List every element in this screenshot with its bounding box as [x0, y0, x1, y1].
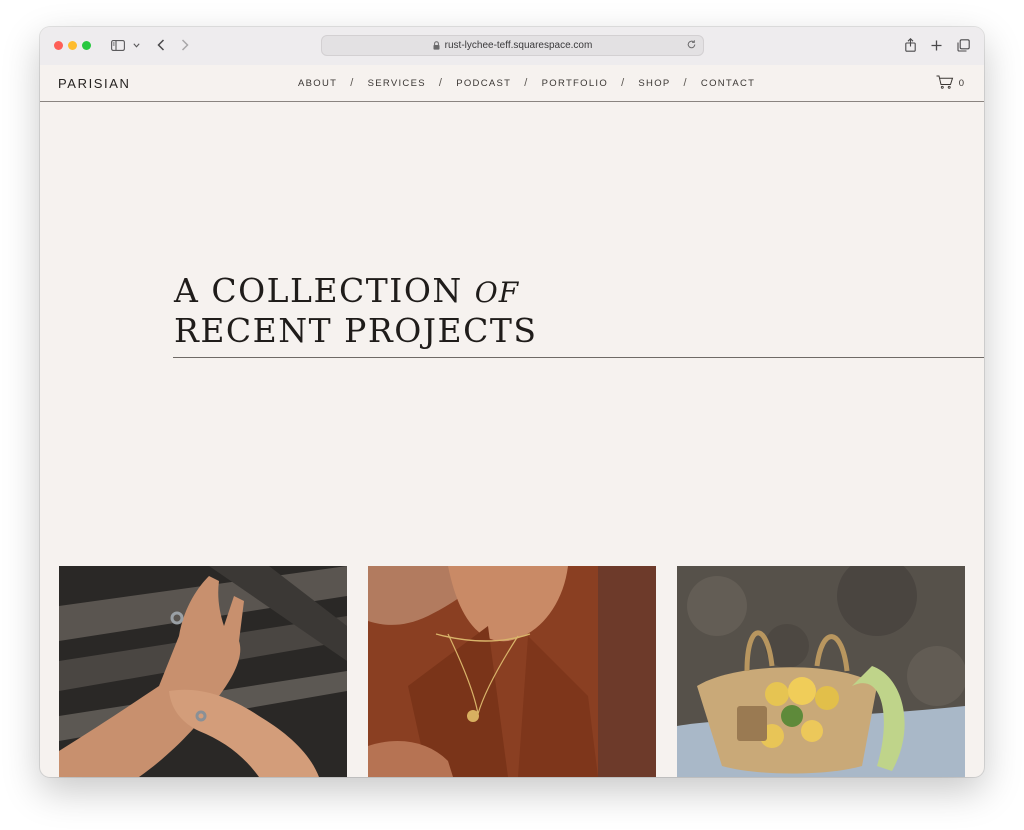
hands-with-rings-photo-icon [59, 566, 347, 777]
nav-separator: / [438, 77, 444, 89]
title-line-2: RECENT PROJECTS [174, 311, 538, 350]
forward-arrow-icon[interactable] [178, 36, 192, 54]
sidebar-toggle-icon[interactable] [110, 36, 126, 54]
browser-toolbar: rust-lychee-teff.squarespace.com [40, 27, 984, 66]
address-bar[interactable]: rust-lychee-teff.squarespace.com [321, 35, 704, 56]
title-italic-word: OF [474, 276, 520, 309]
site-logo[interactable]: PARISIAN [58, 76, 131, 91]
close-window-button[interactable] [54, 41, 63, 50]
main-navigation: ABOUT / SERVICES / PODCAST / PORTFOLIO /… [298, 77, 755, 89]
portfolio-tile[interactable] [368, 566, 656, 777]
portfolio-tile[interactable] [677, 566, 965, 777]
nav-separator: / [683, 77, 688, 89]
nav-shop[interactable]: SHOP [638, 78, 670, 89]
lock-icon [433, 41, 440, 50]
nav-services[interactable]: SERVICES [368, 78, 426, 89]
nav-contact[interactable]: CONTACT [701, 78, 755, 89]
share-icon[interactable] [903, 36, 917, 54]
chevron-down-icon[interactable] [131, 36, 141, 54]
title-line-1: A COLLECTION [174, 271, 463, 310]
url-text: rust-lychee-teff.squarespace.com [444, 40, 593, 51]
nav-separator: / [524, 77, 529, 89]
nav-about[interactable]: ABOUT [298, 78, 337, 89]
page-title: A COLLECTION OF RECENT PROJECTS [174, 272, 537, 350]
zoom-window-button[interactable] [82, 41, 91, 50]
cart-button[interactable]: 0 [936, 75, 964, 92]
back-arrow-icon[interactable] [154, 36, 168, 54]
reload-icon[interactable] [686, 39, 697, 50]
minimize-window-button[interactable] [68, 41, 77, 50]
nav-separator: / [350, 77, 355, 89]
portfolio-tile[interactable] [59, 566, 347, 777]
nav-separator: / [621, 77, 626, 89]
new-tab-plus-icon[interactable] [929, 36, 943, 54]
nav-portfolio[interactable]: PORTFOLIO [542, 78, 608, 89]
tab-overview-icon[interactable] [955, 36, 971, 54]
nav-podcast[interactable]: PODCAST [456, 78, 511, 89]
shopping-cart-icon [936, 75, 954, 92]
title-divider [173, 357, 984, 358]
necklace-rust-shirt-photo-icon [368, 566, 656, 777]
site-header: PARISIAN ABOUT / SERVICES / PODCAST / PO… [40, 65, 984, 102]
straw-basket-lemons-photo-icon [677, 566, 965, 777]
cart-count: 0 [958, 78, 964, 89]
browser-window: rust-lychee-teff.squarespace.com PARISIA… [40, 27, 984, 777]
